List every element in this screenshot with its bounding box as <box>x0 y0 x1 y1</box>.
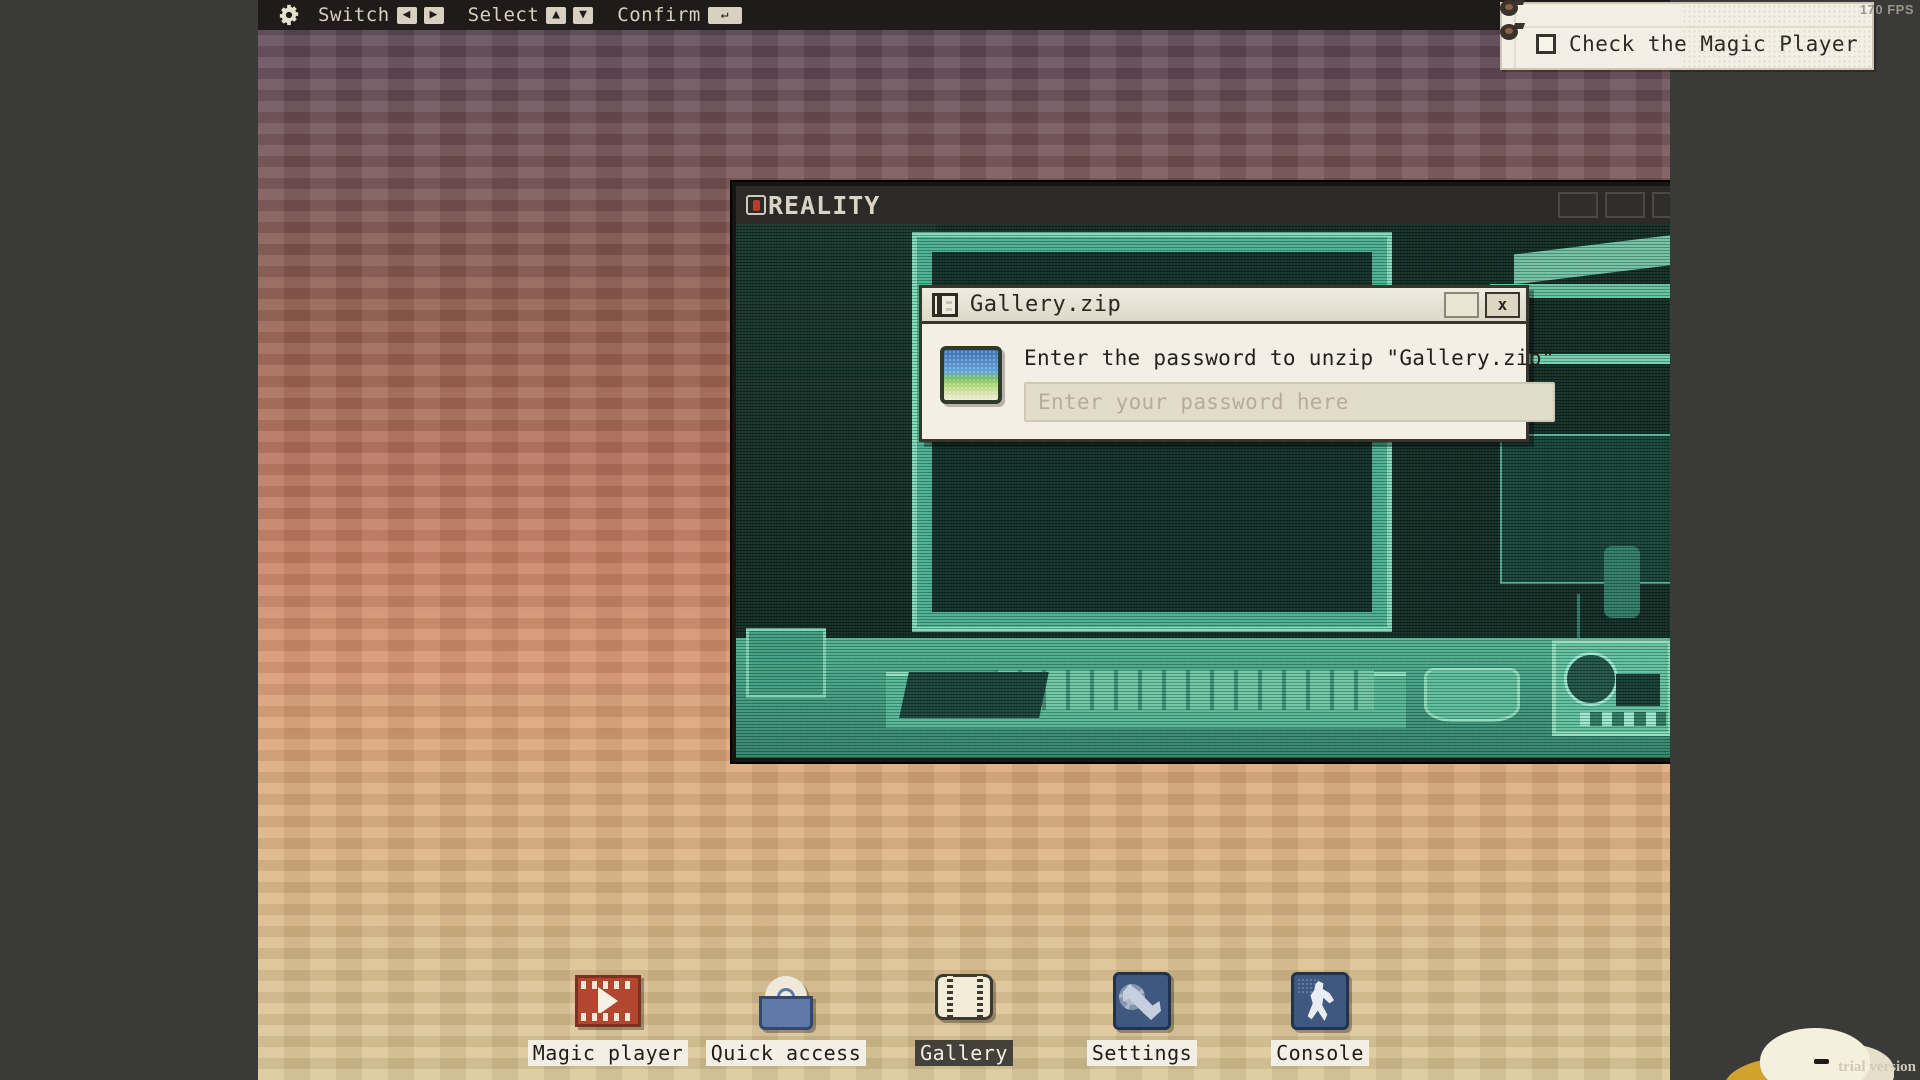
gear-icon[interactable] <box>278 4 300 26</box>
record-indicator-icon <box>746 195 766 215</box>
hud-key-down: ▼ <box>573 7 593 24</box>
zip-dialog-title: Gallery.zip <box>970 292 1121 317</box>
note-task-row[interactable]: Check the Magic Player <box>1536 32 1858 56</box>
game-screen: REALITY <box>0 0 1920 1080</box>
desktop-icon-quick-access[interactable]: Quick access <box>711 968 861 1066</box>
gallery-zip-dialog[interactable]: Gallery.zip x Enter the password to unzi… <box>919 285 1529 442</box>
zip-close-button[interactable]: x <box>1485 292 1520 318</box>
pushpin-icon <box>1498 0 1524 20</box>
trial-version-watermark: trial version <box>1838 1059 1916 1076</box>
scene-wall-panel <box>1500 434 1670 584</box>
fps-counter: 170 FPS <box>1860 2 1914 17</box>
scene-mouse <box>1424 668 1520 722</box>
reality-maximize-button[interactable] <box>1605 192 1645 218</box>
hud-key-right: ▶ <box>424 7 444 24</box>
desktop-icon-label: Settings <box>1087 1040 1197 1066</box>
desktop-icon-label: Gallery <box>915 1040 1013 1066</box>
hud-switch-label: Switch <box>318 4 390 26</box>
hud-confirm-label: Confirm <box>617 4 701 26</box>
zipped-bag-icon <box>931 968 997 1034</box>
zip-dialog-controls: x <box>1444 292 1520 318</box>
note-checkbox[interactable] <box>1536 34 1556 54</box>
desktop-icon-label: Quick access <box>706 1040 867 1066</box>
desktop-icon-row: Magic player Quick access Gallery Settin… <box>258 968 1670 1066</box>
wrench-gear-icon <box>1109 968 1175 1034</box>
scene-touchpad <box>899 672 1049 718</box>
desktop-wallpaper: REALITY <box>258 30 1670 1080</box>
top-hud-bar: Switch ◀ ▶ Select ▲ ▼ Confirm ↵ 2011/ <box>258 0 1670 30</box>
film-play-icon <box>575 968 641 1034</box>
bag-icon <box>753 968 819 1034</box>
reality-titlebar[interactable]: REALITY <box>736 186 1670 224</box>
scene-cd-player <box>1552 640 1670 736</box>
reality-window-title: REALITY <box>768 191 880 220</box>
hud-select-label: Select <box>468 4 540 26</box>
scene-mug <box>1604 546 1640 618</box>
note-task-label: Check the Magic Player <box>1569 32 1858 56</box>
desktop-icon-label: Magic player <box>528 1040 689 1066</box>
reality-window-controls <box>1558 192 1670 218</box>
zip-dialog-fields: Enter the password to unzip "Gallery.zip… <box>1024 346 1555 422</box>
hud-key-enter: ↵ <box>708 7 742 24</box>
zip-dialog-titlebar[interactable]: Gallery.zip x <box>922 288 1526 324</box>
desktop-icon-gallery[interactable]: Gallery <box>889 968 1039 1066</box>
reality-close-button[interactable] <box>1652 192 1670 218</box>
reality-window[interactable]: REALITY <box>732 182 1670 762</box>
hud-confirm-action: Confirm ↵ <box>617 4 742 26</box>
notification-note[interactable]: Check the Magic Player <box>1500 2 1874 70</box>
hud-select-action: Select ▲ ▼ <box>468 4 594 26</box>
scene-keyboard-keys <box>994 670 1374 710</box>
password-prompt-label: Enter the password to unzip "Gallery.zip… <box>1024 346 1555 370</box>
reality-minimize-button[interactable] <box>1558 192 1598 218</box>
hud-key-up: ▲ <box>546 7 566 24</box>
pushpin-icon <box>1498 22 1524 44</box>
hud-switch-action: Switch ◀ ▶ <box>318 4 444 26</box>
desktop-icon-console[interactable]: Console <box>1245 968 1395 1066</box>
desktop-icon-magic-player[interactable]: Magic player <box>533 968 683 1066</box>
zip-file-icon <box>932 293 958 317</box>
runner-icon <box>1287 968 1353 1034</box>
zip-minimize-button[interactable] <box>1444 292 1479 318</box>
scene-cd-buttons <box>1580 712 1666 726</box>
image-thumbnail-icon <box>940 346 1002 404</box>
zip-dialog-body: Enter the password to unzip "Gallery.zip… <box>922 324 1526 440</box>
desktop-icon-label: Console <box>1271 1040 1369 1066</box>
scene-cd-disc <box>1564 652 1618 706</box>
password-input[interactable] <box>1024 382 1555 422</box>
desktop-icon-settings[interactable]: Settings <box>1067 968 1217 1066</box>
hud-key-left: ◀ <box>397 7 417 24</box>
scene-cd-display <box>1616 674 1660 706</box>
scene-pc-tower <box>746 628 826 698</box>
note-header-rule <box>1502 26 1872 28</box>
